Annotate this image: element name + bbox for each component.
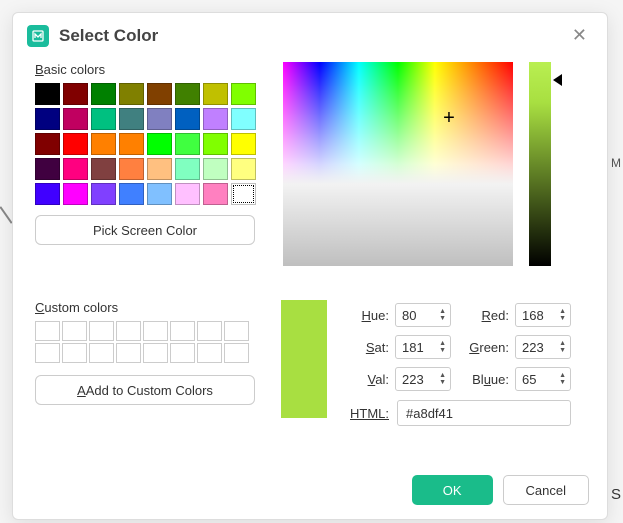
basic-swatch[interactable] <box>119 83 144 105</box>
blue-input[interactable]: 65▲▼ <box>515 367 571 391</box>
basic-swatch[interactable] <box>231 108 256 130</box>
custom-colors-grid <box>35 321 267 363</box>
basic-swatch[interactable] <box>91 158 116 180</box>
custom-swatch[interactable] <box>89 321 114 341</box>
color-dialog: Select Color ✕ Basic colors Pick Screen … <box>12 12 608 520</box>
basic-swatch[interactable] <box>231 83 256 105</box>
basic-swatch[interactable] <box>147 183 172 205</box>
html-input[interactable]: #a8df41 <box>397 400 571 426</box>
basic-swatch[interactable] <box>91 133 116 155</box>
basic-swatch[interactable] <box>63 158 88 180</box>
dialog-title: Select Color <box>59 26 566 46</box>
basic-swatch[interactable] <box>175 133 200 155</box>
val-label: Val: <box>341 372 389 387</box>
custom-swatch[interactable] <box>197 343 222 363</box>
value-fields: Hue: 80▲▼ Red: 168▲▼ Sat: 181▲▼ Green: 2… <box>341 300 589 426</box>
basic-swatch[interactable] <box>119 108 144 130</box>
basic-swatch[interactable] <box>231 133 256 155</box>
custom-swatch[interactable] <box>116 321 141 341</box>
basic-swatch[interactable] <box>231 183 256 205</box>
app-icon <box>27 25 49 47</box>
basic-swatch[interactable] <box>119 183 144 205</box>
basic-colors-label: Basic colors <box>35 62 267 77</box>
basic-swatch[interactable] <box>147 158 172 180</box>
cancel-button[interactable]: Cancel <box>503 475 589 505</box>
color-gradient-picker[interactable]: + <box>283 62 513 266</box>
spinner-icon[interactable]: ▲▼ <box>439 372 446 386</box>
val-input[interactable]: 223▲▼ <box>395 367 451 391</box>
titlebar: Select Color ✕ <box>13 13 607 56</box>
basic-swatch[interactable] <box>231 158 256 180</box>
custom-swatch[interactable] <box>35 321 60 341</box>
sat-label: Sat: <box>341 340 389 355</box>
basic-swatch[interactable] <box>203 83 228 105</box>
spinner-icon[interactable]: ▲▼ <box>559 308 566 322</box>
spinner-icon[interactable]: ▲▼ <box>559 340 566 354</box>
ok-button[interactable]: OK <box>412 475 493 505</box>
basic-swatch[interactable] <box>203 108 228 130</box>
green-input[interactable]: 223▲▼ <box>515 335 571 359</box>
blue-label: Bluue: <box>457 372 509 387</box>
basic-swatch[interactable] <box>63 108 88 130</box>
basic-swatch[interactable] <box>147 133 172 155</box>
sat-input[interactable]: 181▲▼ <box>395 335 451 359</box>
red-label: Red: <box>457 308 509 323</box>
basic-swatch[interactable] <box>175 183 200 205</box>
basic-swatch[interactable] <box>35 183 60 205</box>
basic-swatch[interactable] <box>35 108 60 130</box>
red-input[interactable]: 168▲▼ <box>515 303 571 327</box>
custom-swatch[interactable] <box>116 343 141 363</box>
basic-swatch[interactable] <box>203 183 228 205</box>
basic-colors-grid <box>35 83 267 205</box>
basic-swatch[interactable] <box>203 133 228 155</box>
basic-swatch[interactable] <box>35 83 60 105</box>
pick-screen-color-button[interactable]: Pick Screen Color <box>35 215 255 245</box>
custom-swatch[interactable] <box>62 343 87 363</box>
crosshair-icon: + <box>443 108 455 128</box>
basic-swatch[interactable] <box>147 108 172 130</box>
color-preview <box>281 300 327 418</box>
spinner-icon[interactable]: ▲▼ <box>559 372 566 386</box>
basic-swatch[interactable] <box>119 133 144 155</box>
basic-swatch[interactable] <box>175 83 200 105</box>
basic-swatch[interactable] <box>35 158 60 180</box>
custom-swatch[interactable] <box>224 343 249 363</box>
basic-swatch[interactable] <box>147 83 172 105</box>
custom-swatch[interactable] <box>143 343 168 363</box>
custom-swatch[interactable] <box>35 343 60 363</box>
basic-swatch[interactable] <box>175 108 200 130</box>
custom-colors-label: Custom colors <box>35 300 267 315</box>
custom-swatch[interactable] <box>170 321 195 341</box>
basic-swatch[interactable] <box>63 133 88 155</box>
custom-swatch[interactable] <box>143 321 168 341</box>
basic-swatch[interactable] <box>119 158 144 180</box>
background-text-2: S <box>611 486 621 503</box>
basic-swatch[interactable] <box>63 83 88 105</box>
value-slider[interactable] <box>529 62 563 266</box>
basic-swatch[interactable] <box>35 133 60 155</box>
spinner-icon[interactable]: ▲▼ <box>439 340 446 354</box>
add-to-custom-button[interactable]: AAdd to Custom Colors <box>35 375 255 405</box>
custom-swatch[interactable] <box>224 321 249 341</box>
basic-swatch[interactable] <box>63 183 88 205</box>
custom-swatch[interactable] <box>170 343 195 363</box>
hue-input[interactable]: 80▲▼ <box>395 303 451 327</box>
custom-swatch[interactable] <box>89 343 114 363</box>
basic-swatch[interactable] <box>91 183 116 205</box>
basic-swatch[interactable] <box>91 83 116 105</box>
basic-swatch[interactable] <box>175 158 200 180</box>
slider-arrow-icon <box>553 74 562 86</box>
basic-swatch[interactable] <box>203 158 228 180</box>
custom-swatch[interactable] <box>62 321 87 341</box>
green-label: Green: <box>457 340 509 355</box>
basic-swatch[interactable] <box>91 108 116 130</box>
html-label: HTML: <box>341 406 389 421</box>
close-icon[interactable]: ✕ <box>566 23 593 48</box>
custom-swatch[interactable] <box>197 321 222 341</box>
spinner-icon[interactable]: ▲▼ <box>439 308 446 322</box>
hue-label: Hue: <box>341 308 389 323</box>
background-text: M <box>611 156 621 170</box>
